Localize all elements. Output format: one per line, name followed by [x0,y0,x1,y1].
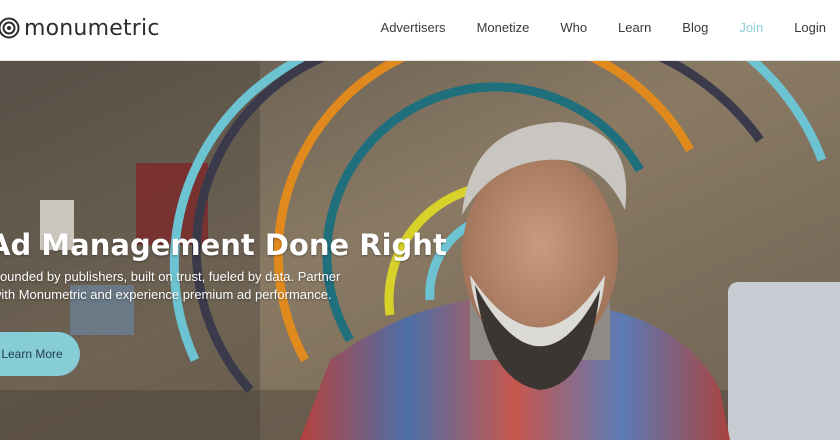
hero-headline: Ad Management Done Right [0,228,447,262]
nav-link-advertisers[interactable]: Advertisers [381,18,446,38]
learn-more-button[interactable]: Learn More [0,332,80,376]
nav-link-login[interactable]: Login [794,18,826,38]
brand-name: monumetric [24,15,160,41]
nav-link-monetize[interactable]: Monetize [477,18,530,38]
nav-link-learn[interactable]: Learn [618,18,651,38]
concentric-circles-logo-icon [0,17,20,39]
nav-link-blog[interactable]: Blog [682,18,708,38]
hero-section: Ad Management Done Right Founded by publ… [0,60,840,440]
nav-link-join[interactable]: Join [739,18,763,38]
main-nav: Advertisers Monetize Who Learn Blog Join… [350,18,826,38]
nav-link-who[interactable]: Who [560,18,587,38]
hero-subtext: Founded by publishers, built on trust, f… [0,269,341,302]
top-navigation-bar: monumetric Advertisers Monetize Who Lear… [0,0,840,61]
brand-logo[interactable]: monumetric [0,12,160,44]
